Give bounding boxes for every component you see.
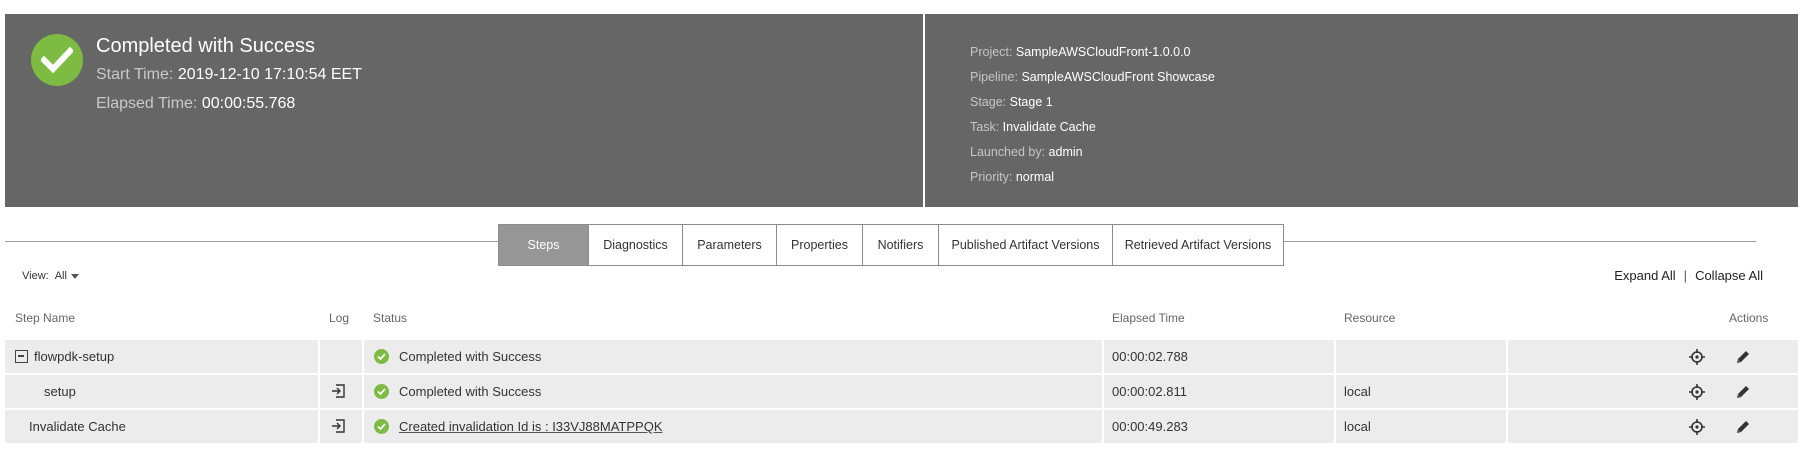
column-header-status[interactable]: Status	[373, 311, 407, 325]
elapsed-time-value: 00:00:55.768	[201, 95, 296, 112]
status-cell: Completed with Success	[374, 340, 541, 373]
meta-label: Project:	[970, 45, 1013, 59]
tab-parameters[interactable]: Parameters	[683, 225, 777, 265]
meta-value: Stage 1	[1009, 95, 1053, 109]
start-time: Start Time: 2019-12-10 17:10:54 EET	[96, 66, 362, 84]
expand-all-link[interactable]: Expand All	[1614, 268, 1675, 283]
meta-value: SampleAWSCloudFront-1.0.0.0	[1015, 45, 1191, 59]
resource-cell: local	[1344, 419, 1371, 434]
collapse-all-link[interactable]: Collapse All	[1695, 268, 1763, 283]
cell-divider	[1334, 410, 1336, 443]
cell-divider	[1506, 340, 1508, 373]
crosshair-icon[interactable]	[1688, 348, 1706, 366]
meta-value: SampleAWSCloudFront Showcase	[1021, 70, 1215, 84]
view-filter: View: All	[22, 270, 79, 282]
start-time-label: Start Time:	[96, 66, 174, 83]
success-icon	[374, 384, 389, 399]
meta-task: Task: Invalidate Cache	[970, 120, 1096, 134]
separator: |	[1683, 268, 1688, 283]
status-cell: Completed with Success	[374, 375, 541, 408]
meta-stage: Stage: Stage 1	[970, 95, 1053, 109]
expand-collapse-controls: Expand All | Collapse All	[1614, 268, 1763, 283]
cell-divider	[1506, 410, 1508, 443]
collapse-toggle-icon[interactable]	[15, 350, 28, 363]
meta-label: Task:	[970, 120, 1000, 134]
cell-divider	[362, 410, 364, 443]
table-row: setup Completed with Success 00:00:02.81…	[5, 375, 1798, 408]
elapsed-cell: 00:00:02.788	[1112, 349, 1188, 364]
view-select[interactable]: All	[55, 270, 79, 282]
cell-divider	[1102, 340, 1104, 373]
cell-divider	[362, 375, 364, 408]
run-status-title: Completed with Success	[96, 35, 315, 57]
step-name[interactable]: flowpdk-setup	[34, 349, 114, 364]
column-header-log: Log	[329, 311, 350, 325]
step-name-cell: flowpdk-setup	[15, 340, 114, 373]
log-icon[interactable]	[331, 418, 349, 436]
run-summary-header: Completed with Success Start Time: 2019-…	[5, 14, 1798, 207]
meta-launched-by: Launched by: admin	[970, 145, 1083, 159]
success-icon	[374, 349, 389, 364]
cell-divider	[1506, 375, 1508, 408]
table-row: Invalidate Cache Created invalidation Id…	[5, 410, 1798, 443]
elapsed-time: Elapsed Time: 00:00:55.768	[96, 95, 295, 113]
column-header-actions: Actions	[1729, 311, 1769, 325]
tab-properties[interactable]: Properties	[777, 225, 863, 265]
table-row: flowpdk-setup Completed with Success 00:…	[5, 340, 1798, 373]
start-time-value: 2019-12-10 17:10:54 EET	[177, 66, 362, 83]
cell-divider	[1102, 410, 1104, 443]
cell-divider	[1102, 375, 1104, 408]
tab-bar: Steps Diagnostics Parameters Properties …	[498, 224, 1284, 266]
crosshair-icon[interactable]	[1688, 383, 1706, 401]
edit-pencil-icon[interactable]	[1734, 383, 1752, 401]
meta-label: Pipeline:	[970, 70, 1018, 84]
meta-value: normal	[1015, 170, 1055, 184]
cell-divider	[318, 375, 320, 408]
status-link[interactable]: Created invalidation Id is : I33VJ88MATP…	[399, 419, 663, 434]
step-name-cell: setup	[44, 375, 76, 408]
edit-pencil-icon[interactable]	[1734, 348, 1752, 366]
cell-divider	[318, 410, 320, 443]
meta-pipeline: Pipeline: SampleAWSCloudFront Showcase	[970, 70, 1215, 84]
tab-published-artifact-versions[interactable]: Published Artifact Versions	[939, 225, 1113, 265]
step-name[interactable]: setup	[44, 384, 76, 399]
success-icon	[374, 419, 389, 434]
elapsed-cell: 00:00:49.283	[1112, 419, 1188, 434]
meta-label: Stage:	[970, 95, 1007, 109]
edit-pencil-icon[interactable]	[1734, 418, 1752, 436]
status-text: Completed with Success	[399, 384, 542, 399]
cell-divider	[318, 340, 320, 373]
step-name-cell: Invalidate Cache	[29, 410, 126, 443]
meta-value: admin	[1048, 145, 1083, 159]
column-header-elapsed-time[interactable]: Elapsed Time	[1112, 311, 1185, 325]
status-cell: Created invalidation Id is : I33VJ88MATP…	[374, 410, 663, 443]
chevron-down-icon	[70, 273, 79, 279]
tab-notifiers[interactable]: Notifiers	[863, 225, 939, 265]
elapsed-time-label: Elapsed Time:	[96, 95, 198, 112]
log-icon[interactable]	[331, 383, 349, 401]
crosshair-icon[interactable]	[1688, 418, 1706, 436]
tab-retrieved-artifact-versions[interactable]: Retrieved Artifact Versions	[1113, 225, 1283, 265]
view-label: View:	[22, 270, 49, 282]
meta-label: Priority:	[970, 170, 1013, 184]
elapsed-cell: 00:00:02.811	[1112, 384, 1187, 399]
header-divider	[923, 14, 925, 207]
status-text: Completed with Success	[399, 349, 542, 364]
column-header-step-name[interactable]: Step Name	[15, 311, 75, 325]
cell-divider	[1334, 340, 1336, 373]
meta-label: Launched by:	[970, 145, 1046, 159]
tab-steps[interactable]: Steps	[499, 225, 589, 265]
cell-divider	[362, 340, 364, 373]
meta-priority: Priority: normal	[970, 170, 1054, 184]
tab-diagnostics[interactable]: Diagnostics	[589, 225, 683, 265]
check-circle-icon	[31, 34, 83, 86]
column-header-resource[interactable]: Resource	[1344, 311, 1395, 325]
cell-divider	[1334, 375, 1336, 408]
meta-value: Invalidate Cache	[1002, 120, 1096, 134]
step-name[interactable]: Invalidate Cache	[29, 419, 126, 434]
meta-project: Project: SampleAWSCloudFront-1.0.0.0	[970, 45, 1191, 59]
view-select-value: All	[54, 270, 67, 282]
resource-cell: local	[1344, 384, 1371, 399]
